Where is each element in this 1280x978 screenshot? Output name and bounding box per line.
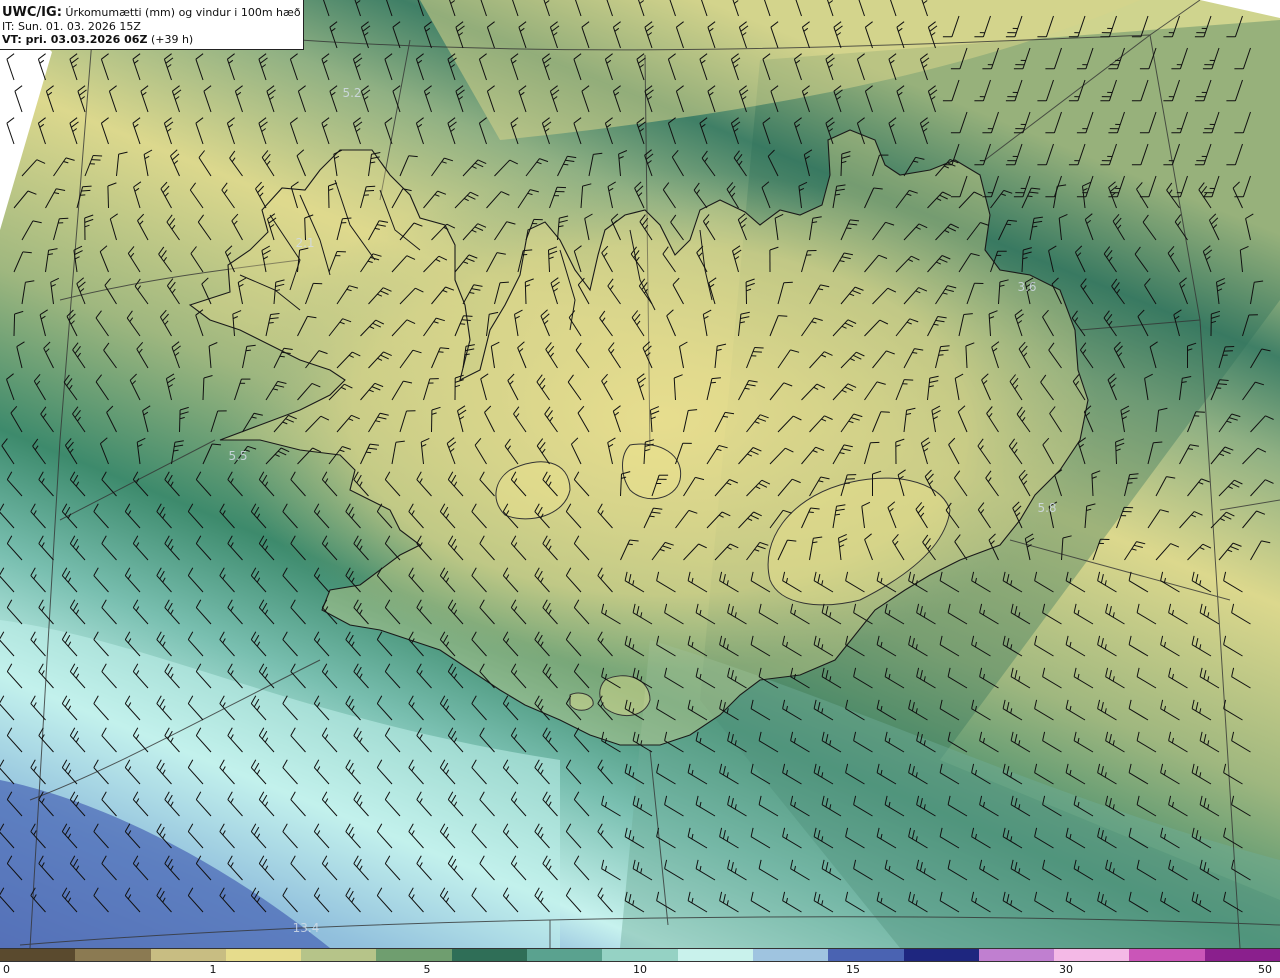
wind-barb-feather	[364, 190, 375, 192]
colorbar-segment	[1129, 949, 1205, 961]
colorbar-segment	[376, 949, 452, 961]
model-name: UWC/IG:	[2, 5, 62, 20]
map-title: Úrkomumætti (mm) og vindur i 100m hæð	[65, 6, 301, 19]
wind-barb-feather	[438, 351, 444, 353]
colorbar-segment	[1204, 949, 1280, 961]
wind-barb-feather	[463, 315, 473, 317]
wind-barb-feather	[245, 349, 251, 352]
wind-barb-feather	[1127, 482, 1133, 484]
colorbar-tick-label: 50	[1258, 963, 1272, 976]
colorbar-segment	[828, 949, 904, 961]
value-label: 5.2	[342, 86, 362, 100]
colorbar-segment	[451, 949, 528, 961]
wind-barb-feather	[778, 315, 788, 317]
colorbar-tick-label: 10	[633, 963, 647, 976]
wind-barb-staff	[107, 185, 109, 209]
map-title-box: UWC/IG: Úrkomumætti (mm) og vindur i 100…	[0, 0, 304, 50]
value-label: 3.6	[1017, 280, 1037, 294]
wind-barb-feather	[783, 281, 793, 284]
wind-barb-feather	[1153, 441, 1163, 444]
wind-barb-feather	[754, 347, 764, 349]
colorbar-segment	[752, 949, 829, 961]
wind-barb-feather	[461, 319, 471, 321]
wind-barb-feather	[649, 515, 655, 518]
colorbar-segment	[301, 949, 377, 961]
wind-barb-feather	[523, 249, 533, 252]
value-label: 5.5	[228, 449, 248, 463]
colorbar-segment	[903, 949, 979, 961]
wind-barb-feather	[342, 217, 352, 220]
precipitation-wind-map	[0, 0, 1280, 948]
wind-barb-feather	[268, 322, 274, 324]
wind-barb-feather	[279, 355, 285, 358]
wind-barb-feather	[59, 217, 69, 220]
wind-barb-feather	[1006, 223, 1012, 226]
wind-barb-staff	[524, 281, 527, 305]
wind-barb-feather	[904, 379, 914, 381]
wind-barb-feather	[81, 189, 91, 192]
wind-barb-feather	[82, 185, 92, 188]
wind-barb-feather	[499, 281, 509, 284]
precipitation-colorbar	[0, 948, 1280, 962]
wind-barb-feather	[752, 351, 762, 353]
wind-barb-feather	[938, 354, 944, 356]
wind-barb-feather	[91, 159, 101, 161]
wind-barb-feather	[1195, 411, 1205, 413]
colorbar-tick-label: 30	[1059, 963, 1073, 976]
colorbar-segment	[225, 949, 302, 961]
value-label: 13.4	[292, 921, 320, 935]
wind-barb-feather	[93, 155, 103, 157]
wind-barb-feather	[1217, 383, 1227, 385]
wind-barb-staff	[179, 409, 181, 433]
valid-offset: (+39 h)	[150, 33, 194, 46]
wind-barb-feather	[846, 227, 852, 229]
colorbar-tick-label: 5	[423, 963, 431, 976]
colorbar-tick-label: 15	[846, 963, 860, 976]
value-label: 2.1	[295, 236, 315, 250]
init-time: IT: Sun. 01. 03. 2026 15Z	[2, 19, 141, 33]
colorbar-segment	[602, 949, 678, 961]
wind-barb-feather	[563, 163, 569, 166]
wind-barb-feather	[880, 411, 890, 413]
wind-barb-feather	[627, 543, 633, 546]
valid-time: VT: pri. 03.03.2026 06Z	[2, 33, 148, 46]
colorbar-segment	[1054, 949, 1130, 961]
colorbar-segment	[527, 949, 603, 961]
wind-barb-feather	[710, 381, 716, 384]
colorbar-segment	[677, 949, 753, 961]
wind-barb-feather	[1027, 195, 1033, 198]
wind-barb-feather	[366, 185, 376, 188]
wind-barb-feather	[808, 511, 814, 513]
colorbar-ticks: 0 1 5 10 15 30 50	[0, 962, 1280, 978]
wind-barb-staff	[328, 185, 330, 209]
colorbar-tick-label: 1	[209, 963, 217, 976]
wind-barb-feather	[723, 415, 729, 418]
wind-barb-staff	[13, 313, 16, 337]
colorbar-segment	[150, 949, 226, 961]
colorbar-segment	[0, 949, 76, 961]
wind-barb-feather	[1032, 225, 1038, 228]
wind-barb-feather	[366, 451, 372, 454]
colorbar-segment	[75, 949, 151, 961]
colorbar-segment	[978, 949, 1055, 961]
wind-barb-feather	[1219, 379, 1229, 381]
value-label: 5.8	[1037, 501, 1057, 515]
colorbar-tick-label: 0	[3, 963, 10, 976]
